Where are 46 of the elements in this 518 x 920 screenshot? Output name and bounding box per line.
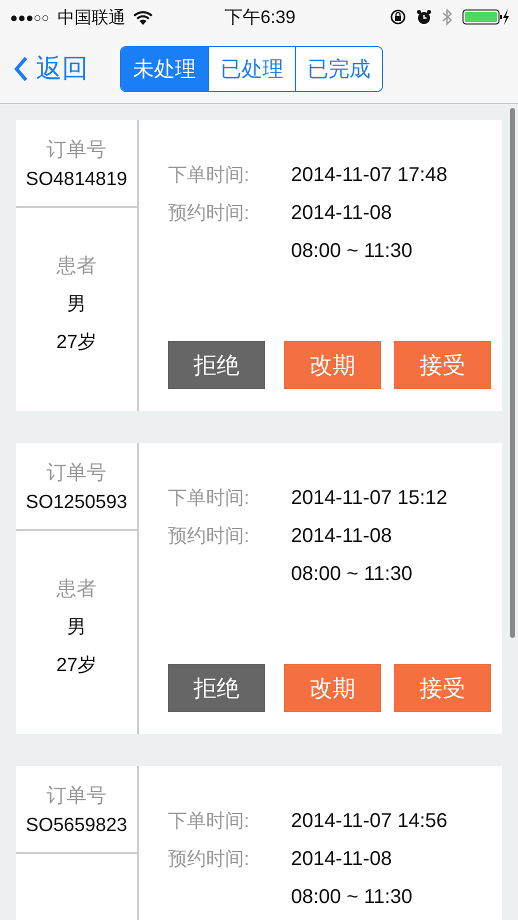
order-number-label: 订单号 [46,138,106,162]
patient-label: 患者 [56,254,96,279]
order-time: 2014-11-07 15:12 [291,486,448,510]
accept-button[interactable]: 接受 [394,341,491,389]
filter-tab[interactable]: 已处理 [208,46,295,90]
patient-age: 27岁 [56,654,97,678]
reject-button[interactable]: 拒绝 [168,664,265,712]
accept-button[interactable]: 接受 [394,664,491,712]
order-number: SO1250593 [26,492,128,514]
reschedule-button[interactable]: 改期 [284,341,381,389]
appointment-date: 2014-11-08 [291,848,392,870]
battery-charging-icon [462,8,510,26]
patient-gender: 男 [67,293,86,317]
appointment-label: 预约时间: [168,848,250,872]
appointment-label: 预约时间: [168,202,250,226]
carrier-name: 中国联通 [57,6,126,28]
appointment-slot: 08:00 ~ 11:30 [291,886,412,908]
order-time-label: 下单时间: [168,164,250,188]
order-time: 2014-11-07 14:56 [291,810,448,832]
rotation-lock-icon [390,9,406,25]
order-number-label: 订单号 [46,460,106,486]
reschedule-button[interactable]: 改期 [284,664,381,712]
patient-gender: 男 [67,616,86,640]
order-time: 2014-11-07 17:48 [291,164,448,186]
reject-button[interactable]: 拒绝 [168,341,265,389]
patient-label: 患者 [56,577,96,602]
order-time-label: 下单时间: [168,487,250,511]
appointment-slot: 08:00 ~ 11:30 [291,240,412,262]
alarm-icon [416,9,432,25]
filter-tab[interactable]: 已完成 [295,46,382,90]
clock-time: 下午6:39 [224,7,296,27]
back-button[interactable]: 返回 [14,51,88,86]
bluetooth-icon [442,8,452,26]
back-chevron-icon [14,56,28,82]
appointment-slot: 08:00 ~ 11:30 [291,562,412,586]
appointment-date: 2014-11-08 [291,524,392,548]
order-number: SO5659823 [26,814,128,836]
patient-age: 27岁 [56,331,97,355]
signal-strength: ●●●○○ [10,10,50,24]
appointment-date: 2014-11-08 [291,202,392,224]
order-number-label: 订单号 [46,784,106,808]
filter-tab[interactable]: 未处理 [121,46,208,90]
wifi-icon [133,10,154,24]
order-number: SO4814819 [26,168,128,190]
order-time-label: 下单时间: [168,810,250,834]
appointment-label: 预约时间: [168,525,250,549]
